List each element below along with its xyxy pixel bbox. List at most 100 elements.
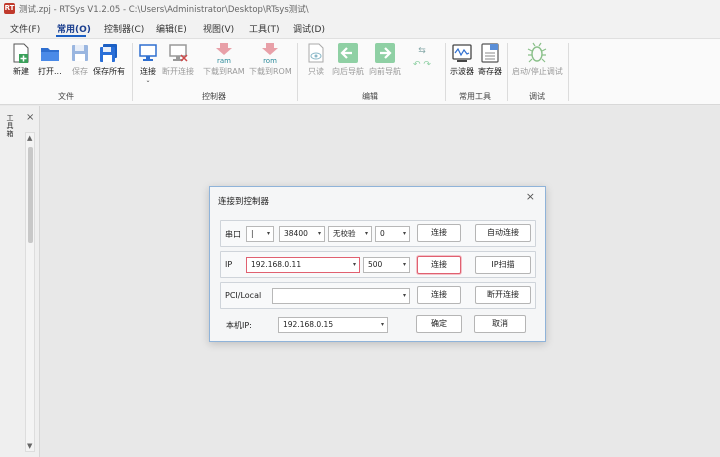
save-all-button[interactable]: 保存所有 bbox=[93, 42, 125, 77]
download-ram-icon: ram bbox=[215, 43, 232, 64]
chevron-down-icon: ▾ bbox=[380, 321, 384, 328]
toolbox-scrollbar[interactable]: ▲ ▼ bbox=[25, 132, 35, 452]
save-all-icon bbox=[100, 44, 117, 62]
start-stop-debug-button[interactable]: 启动/停止调试 bbox=[512, 42, 563, 77]
download-rom-label: 下载到ROM bbox=[249, 67, 292, 76]
nav-back-button[interactable]: 向后导航 bbox=[332, 42, 364, 77]
serial-row: 串口 | ▾ 38400 ▾ 无校验 ▾ 0 ▾ 连接 自动连接 bbox=[220, 220, 536, 247]
readonly-button[interactable]: 只读 bbox=[305, 42, 327, 77]
oscilloscope-label: 示波器 bbox=[450, 67, 474, 76]
window-title: 测试.zpj - RTSys V1.2.05 - C:\Users\Admini… bbox=[19, 5, 309, 15]
monitor-disconnect-icon bbox=[169, 44, 188, 62]
close-icon[interactable]: × bbox=[26, 112, 34, 123]
ip-address-select[interactable]: 192.168.0.11 ▾ bbox=[246, 257, 360, 273]
chevron-down-icon: ▾ bbox=[364, 230, 368, 237]
open-button[interactable]: 打开... bbox=[38, 42, 62, 77]
edit-group-label: 编辑 bbox=[362, 92, 378, 101]
connect-dropdown-icon[interactable]: ⌄ bbox=[137, 77, 159, 84]
folder-icon bbox=[40, 48, 59, 61]
ok-button[interactable]: 确定 bbox=[416, 315, 462, 333]
auto-connect-button[interactable]: 自动连接 bbox=[475, 224, 531, 242]
chevron-down-icon: ▾ bbox=[402, 230, 406, 237]
ip-label: IP bbox=[225, 260, 233, 269]
parity-value: 无校验 bbox=[333, 229, 356, 238]
chevron-down-icon: ▾ bbox=[402, 292, 406, 299]
local-ip-select[interactable]: 192.168.0.15 ▾ bbox=[278, 317, 388, 333]
svg-text:rom: rom bbox=[263, 57, 277, 64]
baud-rate-select[interactable]: 38400 ▾ bbox=[279, 226, 325, 242]
readonly-label: 只读 bbox=[308, 67, 324, 76]
pci-select[interactable]: ▾ bbox=[272, 288, 410, 304]
disconnect-button[interactable]: 断开连接 bbox=[162, 42, 194, 77]
menu-edit[interactable]: 编辑(E) bbox=[156, 22, 187, 35]
close-icon[interactable]: × bbox=[526, 190, 535, 203]
undo-redo-icon[interactable]: ↶ ↷ bbox=[413, 57, 431, 73]
oscilloscope-icon bbox=[452, 44, 472, 62]
serial-connect-button[interactable]: 连接 bbox=[417, 224, 461, 242]
arrow-right-icon bbox=[375, 43, 395, 63]
ribbon-toolbar: 新建 打开... 保存 保存所有 文件 连接 ⌄ 断开连接 ram 下载到RAM… bbox=[0, 38, 720, 105]
serial-extra-select[interactable]: 0 ▾ bbox=[375, 226, 410, 242]
scroll-up-icon[interactable]: ▲ bbox=[27, 134, 32, 142]
download-ram-label: 下载到RAM bbox=[203, 67, 245, 76]
open-label: 打开... bbox=[38, 67, 62, 76]
download-ram-button[interactable]: ram 下载到RAM bbox=[203, 42, 245, 77]
connect-button[interactable]: 连接 ⌄ bbox=[137, 42, 159, 84]
dialog-title: 连接到控制器 bbox=[218, 197, 270, 207]
disconnect-label: 断开连接 bbox=[162, 67, 194, 76]
monitor-connect-icon bbox=[139, 44, 157, 61]
save-all-label: 保存所有 bbox=[93, 67, 125, 76]
scroll-down-icon[interactable]: ▼ bbox=[27, 442, 32, 450]
title-bar: RT 测试.zpj - RTSys V1.2.05 - C:\Users\Adm… bbox=[0, 0, 720, 18]
nav-forward-button[interactable]: 向前导航 bbox=[369, 42, 401, 77]
svg-text:ram: ram bbox=[217, 57, 231, 64]
menu-bar: 文件(F) 常用(O) 控制器(C) 编辑(E) 视图(V) 工具(T) 调试(… bbox=[0, 18, 720, 38]
save-button[interactable]: 保存 bbox=[69, 42, 91, 77]
bug-icon bbox=[528, 42, 547, 63]
pci-connect-button[interactable]: 连接 bbox=[417, 286, 461, 304]
nav-back-label: 向后导航 bbox=[332, 67, 364, 76]
indent-icon[interactable]: ⇆ bbox=[413, 45, 431, 57]
save-label: 保存 bbox=[72, 67, 88, 76]
connect-label: 连接 bbox=[140, 67, 156, 76]
download-rom-icon: rom bbox=[262, 43, 279, 64]
new-button[interactable]: 新建 bbox=[10, 42, 32, 77]
parity-select[interactable]: 无校验 ▾ bbox=[328, 226, 372, 242]
ip-port-value: 500 bbox=[368, 260, 383, 269]
app-logo-icon: RT bbox=[4, 3, 15, 14]
scroll-thumb[interactable] bbox=[28, 147, 33, 243]
menu-file[interactable]: 文件(F) bbox=[10, 22, 40, 35]
oscilloscope-button[interactable]: 示波器 bbox=[450, 42, 474, 77]
connect-dialog: 连接到控制器 × 串口 | ▾ 38400 ▾ 无校验 ▾ 0 ▾ 连接 自动连… bbox=[209, 186, 546, 342]
ip-address-value: 192.168.0.11 bbox=[251, 260, 302, 269]
menu-common[interactable]: 常用(O) bbox=[57, 22, 91, 35]
ip-scan-button[interactable]: IP扫描 bbox=[475, 256, 531, 274]
menu-view[interactable]: 视图(V) bbox=[203, 22, 234, 35]
menu-tools[interactable]: 工具(T) bbox=[249, 22, 280, 35]
menu-controller[interactable]: 控制器(C) bbox=[104, 22, 144, 35]
start-stop-debug-label: 启动/停止调试 bbox=[512, 67, 563, 76]
chevron-down-icon: ▾ bbox=[352, 261, 356, 268]
menu-debug[interactable]: 调试(D) bbox=[293, 22, 325, 35]
serial-extra-value: 0 bbox=[380, 229, 385, 238]
file-group-label: 文件 bbox=[58, 92, 74, 101]
toolbox-panel: 工具箱 × ▲ ▼ bbox=[0, 106, 40, 457]
cancel-button[interactable]: 取消 bbox=[474, 315, 526, 333]
ip-port-select[interactable]: 500 ▾ bbox=[363, 257, 410, 273]
new-label: 新建 bbox=[13, 67, 29, 76]
download-rom-button[interactable]: rom 下载到ROM bbox=[249, 42, 292, 77]
chevron-down-icon: ▾ bbox=[402, 261, 406, 268]
controller-group-label: 控制器 bbox=[202, 92, 226, 101]
arrow-left-icon bbox=[338, 43, 358, 63]
register-button[interactable]: 寄存器 bbox=[478, 42, 502, 77]
disconnect-dialog-button[interactable]: 断开连接 bbox=[475, 286, 531, 304]
serial-port-select[interactable]: | ▾ bbox=[246, 226, 274, 242]
toolbox-tab[interactable]: 工具箱 bbox=[4, 114, 16, 142]
ip-connect-button[interactable]: 连接 bbox=[417, 256, 461, 274]
edit-small-tools: ⇆ ↶ ↷ bbox=[413, 45, 431, 73]
active-menu-indicator bbox=[56, 35, 86, 37]
pci-row: PCI/Local ▾ 连接 断开连接 bbox=[220, 282, 536, 309]
ribbon-separator bbox=[507, 43, 508, 101]
register-icon bbox=[481, 43, 499, 63]
baud-rate-value: 38400 bbox=[284, 229, 308, 238]
